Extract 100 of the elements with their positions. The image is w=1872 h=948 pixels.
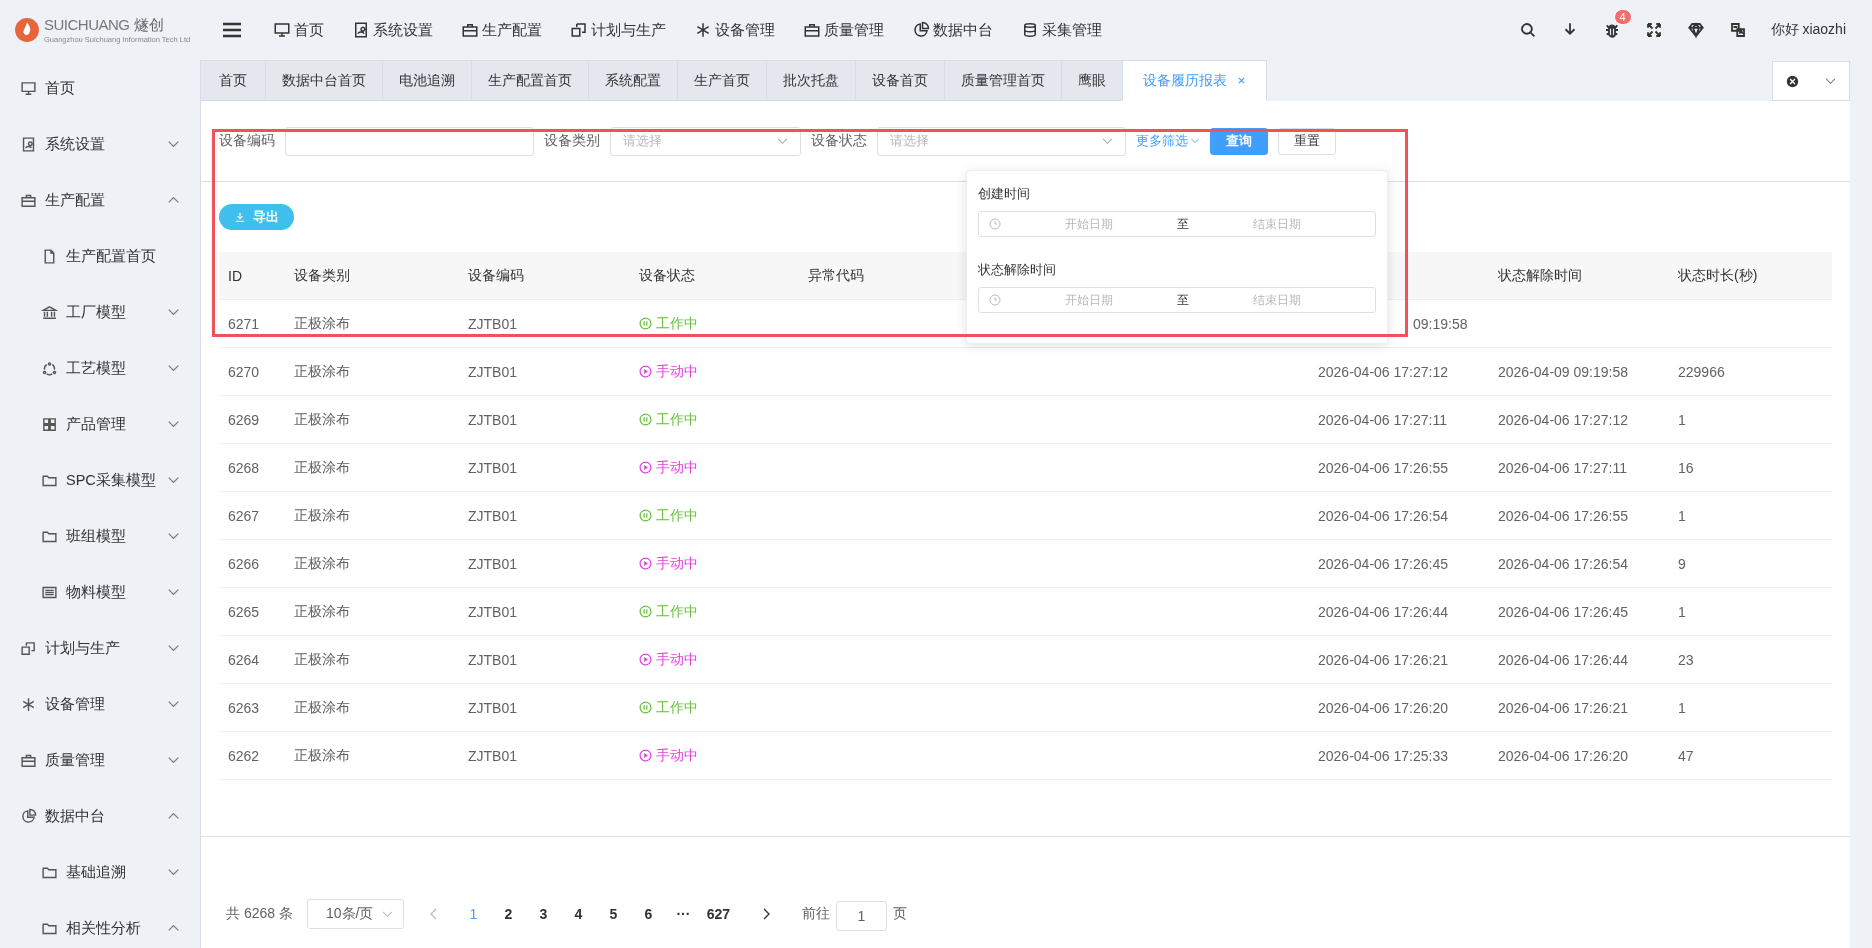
table-cell: 6268 <box>228 459 260 476</box>
date-range-field[interactable]: 开始日期 至 结束日期 <box>978 211 1376 237</box>
table-cell: 正极涂布 <box>294 650 350 669</box>
table-cell: 6267 <box>228 507 260 524</box>
tab[interactable]: 质量管理首页 <box>944 60 1061 101</box>
table-cell: 正极涂布 <box>294 554 350 573</box>
menu-icon[interactable] <box>222 22 242 38</box>
page-size-select[interactable]: 10条/页 <box>306 899 404 929</box>
page-number[interactable]: 627 <box>700 899 736 929</box>
table-cell: 47 <box>1678 747 1694 764</box>
page-number[interactable]: 4 <box>560 899 596 929</box>
asterisk-icon <box>694 21 712 39</box>
table-cell: 2026-04-06 17:27:11 <box>1498 459 1627 476</box>
top-nav-item[interactable]: 系统设置 <box>341 14 444 46</box>
top-nav-item[interactable]: 采集管理 <box>1010 14 1113 46</box>
translate-icon[interactable] <box>1728 21 1747 39</box>
diamond-icon[interactable] <box>1686 21 1705 39</box>
sidebar-item[interactable]: 工厂模型 <box>0 284 180 340</box>
top-nav-item[interactable]: 生产配置 <box>450 14 553 46</box>
sidebar-item[interactable]: 首页 <box>0 60 180 116</box>
table-cell: 2026-04-06 17:27:12 <box>1318 363 1448 380</box>
column-header: 状态解除时间 <box>1498 266 1582 285</box>
table-cell: 1 <box>1678 411 1686 428</box>
top-nav-item[interactable]: 数据中台 <box>901 14 1004 46</box>
close-icon[interactable] <box>1237 76 1246 85</box>
sidebar-item[interactable]: 基础追溯 <box>0 844 180 900</box>
column-header: 设备类别 <box>294 266 350 285</box>
chevron-up-icon <box>167 812 180 820</box>
table-cell: ZJTB01 <box>468 699 517 716</box>
sidebar-item[interactable]: 相关性分析 <box>0 900 180 948</box>
sidebar-item[interactable]: 质量管理 <box>0 732 180 788</box>
status-label: 手动中 <box>656 746 698 765</box>
sidebar-item[interactable]: 生产配置首页 <box>0 228 180 284</box>
table-cell: 2026-04-06 17:26:55 <box>1318 459 1448 476</box>
pie-chart-icon <box>20 807 37 825</box>
input-field[interactable] <box>285 126 534 156</box>
page-number[interactable]: 3 <box>525 899 561 929</box>
tab[interactable]: 数据中台首页 <box>265 60 382 101</box>
date-range-field[interactable]: 开始日期 至 结束日期 <box>978 287 1376 313</box>
sidebar-item[interactable]: 物料模型 <box>0 564 180 620</box>
search-icon[interactable] <box>1518 21 1537 39</box>
sidebar-item[interactable]: SPC采集模型 <box>0 452 180 508</box>
tab[interactable]: 首页 <box>200 60 265 101</box>
chevron-down-icon <box>167 644 180 652</box>
sidebar-item[interactable]: 计划与生产 <box>0 620 180 676</box>
sidebar-item[interactable]: 班组模型 <box>0 508 180 564</box>
table-cell: 正极涂布 <box>294 698 350 717</box>
tab[interactable]: 电池追溯 <box>382 60 471 101</box>
column-header: 状态时长(秒) <box>1678 266 1758 285</box>
page-number[interactable]: ··· <box>665 899 701 929</box>
top-nav-item[interactable]: 质量管理 <box>792 14 895 46</box>
table-cell: 正极涂布 <box>294 602 350 621</box>
sidebar-item[interactable]: 设备管理 <box>0 676 180 732</box>
sidebar-item[interactable]: 系统设置 <box>0 116 180 172</box>
filter-label: 设备状态 <box>811 132 867 150</box>
fullscreen-icon[interactable] <box>1644 21 1663 39</box>
tab[interactable]: 生产配置首页 <box>471 60 588 101</box>
contact-card-icon <box>20 135 37 153</box>
table-cell: 正极涂布 <box>294 458 350 477</box>
windows-icon <box>570 21 588 39</box>
table-cell: ZJTB01 <box>468 363 517 380</box>
table-cell: 2026-04-06 17:26:55 <box>1498 507 1628 524</box>
page-input[interactable]: 1 <box>835 901 887 931</box>
user-greeting[interactable]: 你好 xiaozhi <box>1770 21 1846 39</box>
tab[interactable]: 生产首页 <box>677 60 766 101</box>
table-cell: 2026-04-09 09:19:58 <box>1498 363 1628 380</box>
table-cell: 6270 <box>228 363 260 380</box>
page-number[interactable]: 5 <box>595 899 631 929</box>
brand-name-chinese: 燧创 <box>133 16 164 35</box>
tab[interactable]: 鹰眼 <box>1061 60 1122 101</box>
table-cell: 正极涂布 <box>294 314 350 333</box>
top-nav-item[interactable]: 计划与生产 <box>559 14 677 46</box>
sidebar-item[interactable]: 产品管理 <box>0 396 180 452</box>
pie-chart-icon <box>912 21 930 39</box>
next-page-icon[interactable] <box>761 908 770 920</box>
sidebar-item[interactable]: 生产配置 <box>0 172 180 228</box>
sidebar-item[interactable]: 工艺模型 <box>0 340 180 396</box>
field-label: 创建时间 <box>978 185 1031 203</box>
sidebar-item[interactable]: 数据中台 <box>0 788 180 844</box>
tab[interactable]: 设备首页 <box>855 60 944 101</box>
tab[interactable]: 系统配置 <box>588 60 677 101</box>
table-cell: 2026-04-06 17:26:44 <box>1498 651 1628 668</box>
field-label: 状态解除时间 <box>978 261 1057 279</box>
table-cell: 6266 <box>228 555 260 572</box>
page-number[interactable]: 2 <box>490 899 526 929</box>
top-nav-item[interactable]: 设备管理 <box>683 14 786 46</box>
monitor-icon <box>20 79 37 97</box>
table-cell: 9 <box>1678 555 1686 572</box>
top-nav-item[interactable]: 首页 <box>262 14 335 46</box>
chevron-down-icon <box>167 588 180 596</box>
page-number[interactable]: 6 <box>630 899 666 929</box>
tab[interactable]: 批次托盘 <box>766 60 855 101</box>
chevron-down-icon <box>167 140 180 148</box>
table-cell: 6271 <box>228 315 260 332</box>
tab-actions-control[interactable] <box>1772 61 1850 101</box>
table-cell: 6265 <box>228 603 260 620</box>
chevron-up-icon <box>167 196 180 204</box>
table-cell: 2026-04-06 17:27:11 <box>1318 411 1447 428</box>
status-label: 工作中 <box>656 698 698 717</box>
table-cell: 6264 <box>228 651 260 668</box>
